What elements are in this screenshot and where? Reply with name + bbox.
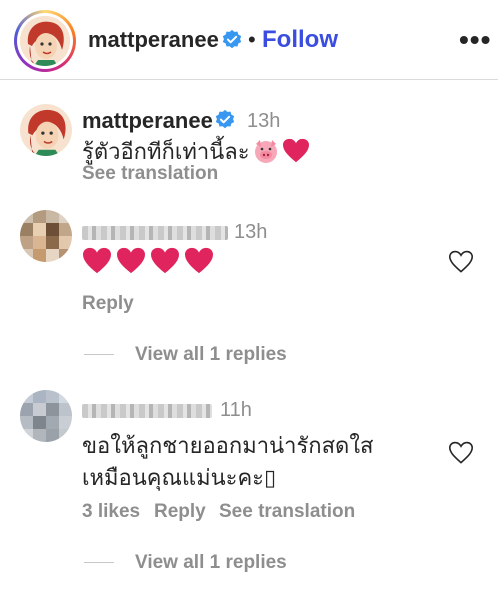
header-username[interactable]: mattperanee [88,27,219,53]
comment-text-line1: ขอให้ลูกชายออกมาน่ารักสดใส [82,433,374,458]
comment-time: 11h [220,399,252,421]
profile-avatar [20,16,70,66]
reply-button[interactable]: Reply [82,293,134,315]
caption-avatar[interactable] [20,104,72,156]
caption-see-translation[interactable]: See translation [82,163,218,185]
comment-emoji-row [82,247,218,279]
blurred-username[interactable] [82,404,212,418]
see-translation-button[interactable]: See translation [219,501,355,523]
verified-badge-icon [222,29,242,49]
replies-divider [84,354,114,355]
separator-dot: • [248,27,256,52]
red-heart-icon [151,247,179,274]
like-heart-icon[interactable] [448,250,474,274]
verified-badge-icon [215,109,235,129]
replies-divider [84,562,114,563]
red-heart-icon [282,138,309,163]
caption-username[interactable]: mattperanee [82,108,213,134]
post-header: mattperanee • Follow ••• [0,0,498,80]
red-heart-icon [83,247,111,274]
story-ring-inner [17,13,73,69]
commenter-avatar[interactable] [20,390,72,442]
caption-text-row: รู้ตัวอีกทีก็เท่านี้ละ [82,136,310,166]
red-heart-icon [185,247,213,274]
view-replies-button[interactable]: View all 1 replies [135,552,287,574]
caption-time: 13h [247,110,281,132]
pig-face-icon [254,140,277,163]
red-heart-icon [117,247,145,274]
more-options-icon[interactable]: ••• [459,24,491,56]
commenter-avatar[interactable] [20,210,72,262]
follow-button[interactable]: Follow [262,26,338,54]
story-ring[interactable] [14,10,76,72]
likes-count[interactable]: 3 likes [82,501,140,523]
reply-button[interactable]: Reply [154,501,206,523]
comment-time: 13h [234,221,268,243]
like-heart-icon[interactable] [448,441,474,465]
blurred-username[interactable] [82,226,228,240]
view-replies-button[interactable]: View all 1 replies [135,344,287,366]
comment-text-line2: เหมือนคุณแม่นะคะ▯ [82,465,277,490]
